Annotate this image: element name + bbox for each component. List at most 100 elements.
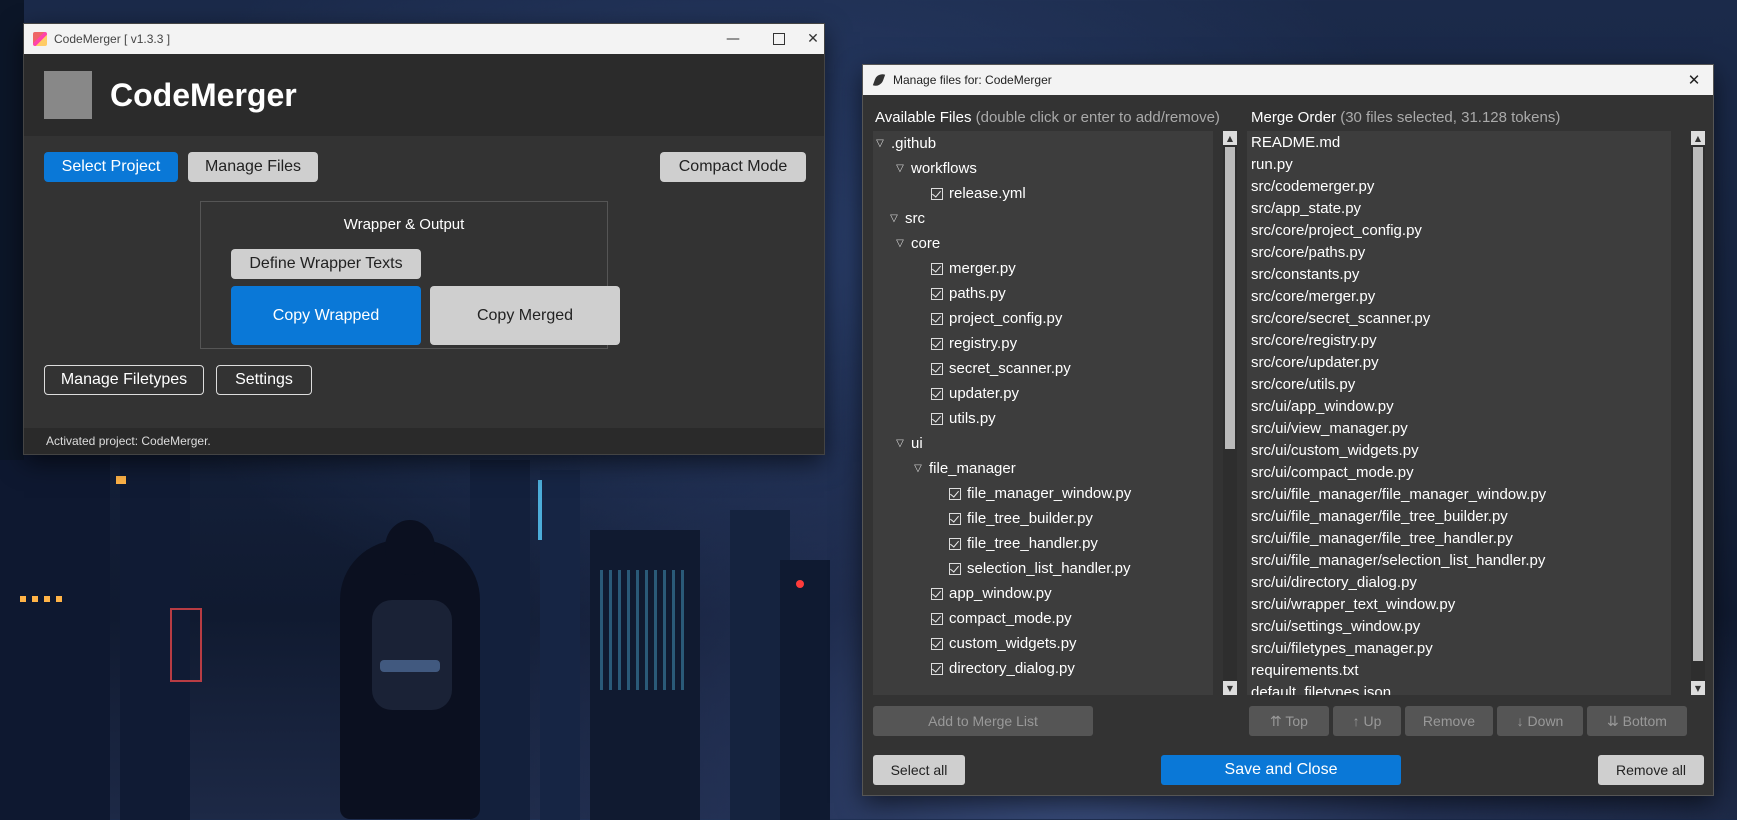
- tree-file-item[interactable]: project_config.py: [931, 306, 1062, 331]
- checkbox-checked-icon[interactable]: [949, 562, 961, 575]
- tree-file-item[interactable]: registry.py: [931, 331, 1017, 356]
- tree-folder-item[interactable]: ▽ src: [889, 206, 925, 231]
- merge-list-item[interactable]: src/core/utils.py: [1251, 373, 1355, 395]
- merge-list-item[interactable]: src/core/project_config.py: [1251, 219, 1422, 241]
- merge-list-item[interactable]: src/core/secret_scanner.py: [1251, 307, 1430, 329]
- merge-list-item[interactable]: src/ui/custom_widgets.py: [1251, 439, 1419, 461]
- copy-merged-button[interactable]: Copy Merged: [430, 286, 620, 345]
- merge-list-item[interactable]: src/ui/filetypes_manager.py: [1251, 637, 1433, 659]
- tree-folder-item[interactable]: ▽ .github: [875, 131, 936, 156]
- manage-filetypes-button[interactable]: Manage Filetypes: [44, 365, 204, 395]
- tree-file-item[interactable]: compact_mode.py: [931, 606, 1072, 631]
- save-close-button[interactable]: Save and Close: [1161, 755, 1401, 785]
- checkbox-checked-icon[interactable]: [949, 537, 961, 550]
- move-top-button[interactable]: ⇈ Top: [1249, 706, 1329, 736]
- merge-list-item[interactable]: src/ui/file_manager/file_tree_builder.py: [1251, 505, 1508, 527]
- select-all-button[interactable]: Select all: [873, 755, 965, 785]
- checkbox-checked-icon[interactable]: [949, 487, 961, 500]
- tree-file-item[interactable]: merger.py: [931, 256, 1016, 281]
- move-up-button[interactable]: ↑ Up: [1333, 706, 1401, 736]
- expand-triangle-icon[interactable]: ▽: [895, 163, 905, 174]
- minimize-icon[interactable]: —: [710, 24, 756, 54]
- scroll-down-icon[interactable]: ▼: [1223, 681, 1237, 695]
- tree-file-item[interactable]: file_tree_builder.py: [949, 506, 1093, 531]
- merge-scrollbar[interactable]: ▲ ▼: [1691, 131, 1705, 695]
- merge-list-item[interactable]: src/ui/file_manager/selection_list_handl…: [1251, 549, 1545, 571]
- merge-list-item[interactable]: src/ui/app_window.py: [1251, 395, 1394, 417]
- tree-file-item[interactable]: updater.py: [931, 381, 1019, 406]
- merge-list-item[interactable]: src/constants.py: [1251, 263, 1359, 285]
- expand-triangle-icon[interactable]: ▽: [895, 438, 905, 449]
- scroll-thumb[interactable]: [1225, 147, 1235, 449]
- tree-scrollbar[interactable]: ▲ ▼: [1223, 131, 1237, 695]
- tree-folder-item[interactable]: ▽ core: [895, 231, 940, 256]
- checkbox-checked-icon[interactable]: [931, 187, 943, 200]
- dialog-close-icon[interactable]: ✕: [1679, 65, 1709, 95]
- expand-triangle-icon[interactable]: ▽: [875, 138, 885, 149]
- tree-file-item[interactable]: custom_widgets.py: [931, 631, 1077, 656]
- main-titlebar[interactable]: CodeMerger [ v1.3.3 ] — ✕: [24, 24, 824, 54]
- checkbox-checked-icon[interactable]: [931, 387, 943, 400]
- define-wrapper-button[interactable]: Define Wrapper Texts: [231, 249, 421, 279]
- checkbox-checked-icon[interactable]: [931, 312, 943, 325]
- tree-file-item[interactable]: file_manager_window.py: [949, 481, 1131, 506]
- dialog-titlebar[interactable]: Manage files for: CodeMerger ✕: [863, 65, 1713, 95]
- merge-list-item[interactable]: README.md: [1251, 131, 1340, 153]
- merge-list-item[interactable]: requirements.txt: [1251, 659, 1359, 681]
- checkbox-checked-icon[interactable]: [931, 287, 943, 300]
- merge-list-item[interactable]: src/core/updater.py: [1251, 351, 1379, 373]
- remove-button[interactable]: Remove: [1405, 706, 1493, 736]
- expand-triangle-icon[interactable]: ▽: [895, 238, 905, 249]
- merge-list-item[interactable]: src/ui/wrapper_text_window.py: [1251, 593, 1455, 615]
- merge-list-item[interactable]: src/ui/settings_window.py: [1251, 615, 1420, 637]
- tree-folder-item[interactable]: ▽ file_manager: [913, 456, 1016, 481]
- settings-button[interactable]: Settings: [216, 365, 312, 395]
- remove-all-button[interactable]: Remove all: [1598, 755, 1704, 785]
- tree-file-item[interactable]: directory_dialog.py: [931, 656, 1075, 681]
- merge-list-item[interactable]: src/core/merger.py: [1251, 285, 1375, 307]
- merge-list-item[interactable]: src/ui/file_manager/file_manager_window.…: [1251, 483, 1546, 505]
- merge-list-item[interactable]: src/ui/compact_mode.py: [1251, 461, 1414, 483]
- scroll-down-icon[interactable]: ▼: [1691, 681, 1705, 695]
- tree-folder-item[interactable]: ▽ ui: [895, 431, 923, 456]
- tree-file-item[interactable]: app_window.py: [931, 581, 1052, 606]
- scroll-up-icon[interactable]: ▲: [1223, 131, 1237, 145]
- copy-wrapped-button[interactable]: Copy Wrapped: [231, 286, 421, 345]
- merge-list-item[interactable]: src/ui/directory_dialog.py: [1251, 571, 1417, 593]
- merge-list-item[interactable]: src/ui/view_manager.py: [1251, 417, 1408, 439]
- move-bottom-button[interactable]: ⇊ Bottom: [1587, 706, 1687, 736]
- scroll-thumb[interactable]: [1693, 147, 1703, 661]
- expand-triangle-icon[interactable]: ▽: [913, 463, 923, 474]
- checkbox-checked-icon[interactable]: [931, 612, 943, 625]
- manage-files-button[interactable]: Manage Files: [188, 152, 318, 182]
- checkbox-checked-icon[interactable]: [931, 637, 943, 650]
- move-down-button[interactable]: ↓ Down: [1497, 706, 1583, 736]
- checkbox-checked-icon[interactable]: [931, 662, 943, 675]
- merge-list-item[interactable]: src/app_state.py: [1251, 197, 1361, 219]
- tree-file-item[interactable]: paths.py: [931, 281, 1006, 306]
- merge-list-item[interactable]: src/codemerger.py: [1251, 175, 1374, 197]
- tree-file-item[interactable]: release.yml: [931, 181, 1026, 206]
- merge-list-item[interactable]: src/core/paths.py: [1251, 241, 1365, 263]
- checkbox-checked-icon[interactable]: [931, 337, 943, 350]
- tree-file-item[interactable]: selection_list_handler.py: [949, 556, 1130, 581]
- add-to-merge-button[interactable]: Add to Merge List: [873, 706, 1093, 736]
- close-icon[interactable]: ✕: [802, 24, 824, 54]
- scroll-up-icon[interactable]: ▲: [1691, 131, 1705, 145]
- checkbox-checked-icon[interactable]: [949, 512, 961, 525]
- checkbox-checked-icon[interactable]: [931, 362, 943, 375]
- tree-file-item[interactable]: utils.py: [931, 406, 996, 431]
- tree-folder-item[interactable]: ▽ workflows: [895, 156, 977, 181]
- merge-list-item[interactable]: run.py: [1251, 153, 1293, 175]
- merge-order-list[interactable]: README.md run.py src/codemerger.py src/app_…: [1247, 131, 1671, 695]
- file-tree[interactable]: ▽ .github ▽ workflows release.yml ▽ src ▽ core me…: [873, 131, 1213, 695]
- checkbox-checked-icon[interactable]: [931, 262, 943, 275]
- merge-list-item[interactable]: default_filetypes.json: [1251, 681, 1391, 696]
- tree-file-item[interactable]: secret_scanner.py: [931, 356, 1071, 381]
- expand-triangle-icon[interactable]: ▽: [889, 213, 899, 224]
- merge-list-item[interactable]: src/core/registry.py: [1251, 329, 1377, 351]
- checkbox-checked-icon[interactable]: [931, 587, 943, 600]
- merge-list-item[interactable]: src/ui/file_manager/file_tree_handler.py: [1251, 527, 1513, 549]
- select-project-button[interactable]: Select Project: [44, 152, 178, 182]
- compact-mode-button[interactable]: Compact Mode: [660, 152, 806, 182]
